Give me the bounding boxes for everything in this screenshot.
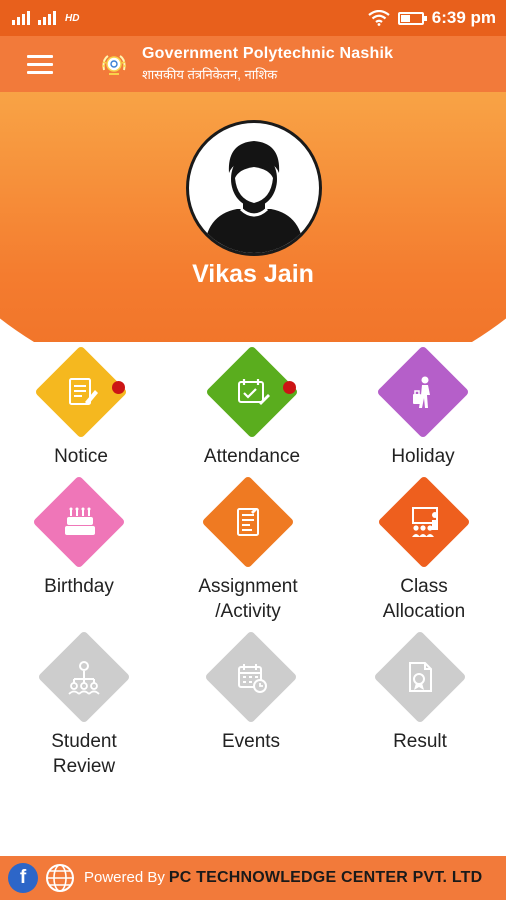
notification-dot — [283, 381, 296, 394]
powered-by-text: Powered By PC TECHNOWLEDGE CENTER PVT. LT… — [84, 869, 482, 887]
assignment-icon — [237, 508, 259, 536]
holiday-label: Holiday — [391, 446, 455, 467]
notice-label: Notice — [54, 446, 108, 467]
assignment-tile[interactable]: Assignment /Activity — [163, 474, 333, 624]
institute-emblem-icon — [102, 55, 126, 75]
holiday-traveler-icon — [413, 376, 430, 408]
student-review-tile[interactable]: Student Review — [0, 629, 169, 779]
result-label: Result — [393, 731, 447, 752]
profile-header: Vikas Jain — [0, 92, 506, 342]
network-type-label: HD — [65, 12, 80, 24]
events-label: Events — [221, 731, 281, 752]
birthday-cake-icon — [65, 507, 95, 535]
wifi-icon — [368, 10, 390, 26]
attendance-icon — [238, 379, 270, 405]
attendance-tile[interactable]: Attendance — [167, 344, 337, 469]
holiday-tile[interactable]: Holiday — [338, 344, 506, 469]
app-title-block: Government Polytechnic Nashik शासकीय तंत… — [142, 45, 393, 83]
signal-icon — [12, 11, 30, 25]
app-subtitle: शासकीय तंत्रनिकेतन, नाशिक — [142, 67, 278, 82]
hamburger-menu-icon[interactable] — [12, 36, 68, 92]
app-bar: Government Polytechnic Nashik शासकीय तंत… — [0, 36, 506, 92]
notification-dot — [112, 381, 125, 394]
company-name[interactable]: PC TECHNOWLEDGE CENTER PVT. LTD — [169, 869, 482, 886]
notice-diamond — [33, 344, 129, 440]
assignment-diamond — [200, 474, 296, 570]
birthday-diamond — [31, 474, 127, 570]
facebook-icon[interactable]: f — [8, 863, 38, 893]
notice-icon — [69, 378, 98, 405]
footer-bar: f Powered By PC TECHNOWLEDGE CENTER PVT. … — [0, 856, 506, 900]
events-calendar-icon — [238, 664, 267, 693]
events-diamond — [203, 629, 299, 725]
student-review-icon — [68, 661, 100, 695]
clock-time: 6:39 pm — [431, 8, 496, 27]
user-avatar-icon[interactable] — [186, 120, 322, 256]
class-allocation-diamond — [376, 474, 472, 570]
class-allocation-label: Class Allocation — [382, 576, 466, 622]
result-diamond — [372, 629, 468, 725]
class-allocation-tile[interactable]: Class Allocation — [339, 474, 506, 624]
events-tile[interactable]: Events — [166, 629, 336, 754]
classroom-icon — [412, 507, 438, 537]
attendance-label: Attendance — [203, 446, 301, 467]
battery-icon — [397, 11, 427, 25]
notice-tile[interactable]: Notice — [0, 344, 166, 469]
result-tile[interactable]: Result — [335, 629, 505, 754]
website-globe-icon[interactable] — [44, 862, 76, 894]
status-bar-left: HD — [12, 11, 79, 25]
assignment-label: Assignment /Activity — [198, 576, 298, 622]
user-name: Vikas Jain — [192, 260, 314, 288]
status-bar-right: 6:39 pm — [368, 8, 496, 28]
birthday-label: Birthday — [44, 576, 114, 597]
app-title: Government Polytechnic Nashik — [142, 45, 394, 62]
student-review-diamond — [36, 629, 132, 725]
result-certificate-icon — [409, 662, 432, 692]
status-bar: HD 6:39 pm — [0, 0, 506, 36]
powered-by-label: Powered By — [84, 869, 165, 886]
holiday-diamond — [375, 344, 471, 440]
signal-icon — [38, 11, 56, 25]
attendance-diamond — [204, 344, 300, 440]
student-review-label: Student Review — [51, 731, 117, 777]
birthday-tile[interactable]: Birthday — [0, 474, 164, 599]
